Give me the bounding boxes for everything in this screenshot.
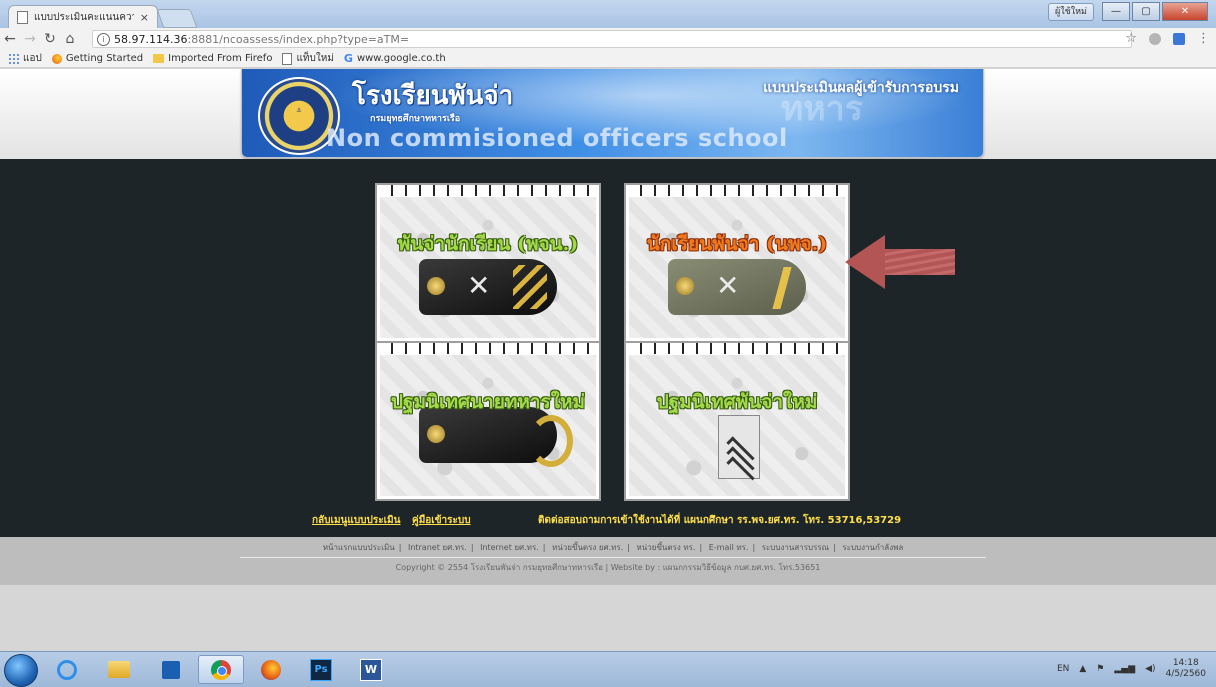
taskbar-photoshop[interactable]: Ps xyxy=(298,655,344,684)
forward-icon[interactable]: → xyxy=(20,31,40,47)
chrome-icon xyxy=(211,659,231,680)
footer-link-units-edu[interactable]: หน่วยขึ้นตรง ยศ.ทร. xyxy=(552,543,623,552)
apps-icon xyxy=(8,53,19,64)
star-icon[interactable]: ☆ xyxy=(1125,31,1137,46)
epaulet-image: ✕ xyxy=(419,259,557,315)
page-links: กลับเมนูแบบประเมิน คู่มือเข้าระบบ ติดต่อ… xyxy=(0,513,1216,527)
pointer-arrow-graphic xyxy=(845,235,955,289)
school-name-thai: โรงเรียนพันจ่า xyxy=(352,81,514,111)
browser-tab[interactable]: แบบประเมินคะแนนความพ × xyxy=(8,5,158,28)
footer-link-home[interactable]: หน้าแรกแบบประเมิน xyxy=(323,543,395,552)
taskbar-outlook[interactable] xyxy=(148,655,194,684)
firefox-icon xyxy=(261,659,281,680)
spiral-binding xyxy=(634,343,844,354)
home-icon[interactable]: ⌂ xyxy=(60,31,80,47)
window-controls: ผู้ใช้ใหม่ — ▢ ✕ xyxy=(1047,2,1208,21)
card-label: นักเรียนพันจ่า (นพจ.) xyxy=(646,233,828,255)
system-tray: EN ▲ ⚑ ▂▄▆ ◀) 14:18 4/5/2560 xyxy=(1057,658,1206,680)
photoshop-icon: Ps xyxy=(310,658,332,681)
contact-info: ติดต่อสอบถามการเข้าใช้งานได้ที่ แผนกศึกษ… xyxy=(538,515,902,526)
page-icon xyxy=(282,52,293,65)
windows-taskbar: Ps W EN ▲ ⚑ ▂▄▆ ◀) 14:18 4/5/2560 xyxy=(0,651,1216,687)
bookmarks-bar: แอป Getting Started Imported From Firefo… xyxy=(0,50,1216,68)
flag-icon[interactable]: ⚑ xyxy=(1096,664,1104,674)
bookmark-imported[interactable]: Imported From Firefo xyxy=(153,53,272,64)
footer-link-documents[interactable]: ระบบงานสารบรรณ xyxy=(762,543,829,552)
page-footer: หน้าแรกแบบประเมิน | Intranet ยศ.ทร. | Inte… xyxy=(0,537,1216,585)
internet-explorer-icon xyxy=(57,659,77,680)
title-bar: แบบประเมินคะแนนความพ × ผู้ใช้ใหม่ — ▢ ✕ xyxy=(0,0,1216,28)
maximize-button[interactable]: ▢ xyxy=(1132,2,1160,21)
school-banner: ทหาร ⚓ โรงเรียนพันจ่า กรมยุทธศึกษาทหารเร… xyxy=(241,69,984,158)
card-new-petty-officer-orientation[interactable]: ปฐมนิเทศพันจ่าใหม่ xyxy=(624,341,850,501)
url-path: :8881/ncoassess/index.php?type=aTM= xyxy=(187,32,410,46)
firefox-icon xyxy=(51,53,62,64)
back-icon[interactable]: ← xyxy=(0,31,20,47)
bookmark-getting-started[interactable]: Getting Started xyxy=(51,53,143,64)
bookmark-google[interactable]: Gwww.google.co.th xyxy=(344,52,446,65)
extension-icon-2[interactable] xyxy=(1173,32,1185,45)
google-icon: G xyxy=(343,52,353,65)
file-explorer-icon xyxy=(108,661,130,678)
close-button[interactable]: ✕ xyxy=(1162,2,1208,21)
reload-icon[interactable]: ↻ xyxy=(40,31,60,47)
minimize-button[interactable]: — xyxy=(1102,2,1130,21)
card-petty-officer-student[interactable]: ✕ นักเรียนพันจ่า (นพจ.) xyxy=(624,183,850,343)
card-cadet-petty-officer[interactable]: ✕ พันจ่านักเรียน (พจน.) xyxy=(375,183,601,343)
url-host: 58.97.114.36 xyxy=(114,32,188,46)
taskbar-ie[interactable] xyxy=(44,655,90,684)
outlook-icon xyxy=(162,660,180,679)
rank-badge-image xyxy=(718,415,760,485)
menu-icon[interactable]: ⋮ xyxy=(1197,31,1210,46)
evaluation-title: แบบประเมินผลผู้เข้ารับการอบรม xyxy=(763,80,959,96)
info-icon[interactable]: i xyxy=(97,32,110,46)
footer-link-personnel[interactable]: ระบบงานกำลังพล xyxy=(842,543,903,552)
tab-close-icon[interactable]: × xyxy=(140,11,149,24)
clock-date: 4/5/2560 xyxy=(1165,669,1206,679)
clock[interactable]: 14:18 4/5/2560 xyxy=(1166,658,1206,680)
extension-icon[interactable] xyxy=(1149,32,1161,45)
card-new-officer-orientation[interactable]: ปฐมนิเทศนายทหารใหม่ xyxy=(375,341,601,501)
spiral-binding xyxy=(634,185,844,196)
tab-title: แบบประเมินคะแนนความพ xyxy=(34,11,134,23)
word-icon: W xyxy=(360,658,382,681)
start-button[interactable] xyxy=(4,654,38,687)
volume-icon[interactable]: ◀) xyxy=(1145,664,1155,674)
taskbar-chrome[interactable] xyxy=(198,655,244,684)
clock-time: 14:18 xyxy=(1172,658,1199,668)
folder-icon xyxy=(153,54,165,63)
show-hidden-icons[interactable]: ▲ xyxy=(1079,664,1086,674)
network-icon[interactable]: ▂▄▆ xyxy=(1114,664,1135,674)
taskbar-firefox[interactable] xyxy=(248,655,294,684)
bookmark-new-tab[interactable]: แท็บใหม่ xyxy=(282,51,334,66)
footer-link-internet[interactable]: Internet ยศ.ทร. xyxy=(480,543,539,552)
footer-link-email[interactable]: E-mail ทร. xyxy=(709,543,749,552)
browser-toolbar: ← → ↻ ⌂ i 58.97.114.36:8881/ncoassess/in… xyxy=(0,28,1216,50)
user-manual-link[interactable]: คู่มือเข้าระบบ xyxy=(412,513,471,528)
card-label: ปฐมนิเทศนายทหารใหม่ xyxy=(390,391,586,413)
back-to-menu-link[interactable]: กลับเมนูแบบประเมิน xyxy=(312,513,400,528)
taskbar-explorer[interactable] xyxy=(96,655,142,684)
spiral-binding xyxy=(385,185,595,196)
card-label: ปฐมนิเทศพันจ่าใหม่ xyxy=(656,391,818,413)
address-bar[interactable]: i 58.97.114.36:8881/ncoassess/index.php?… xyxy=(92,30,1132,48)
epaulet-image: ✕ xyxy=(668,259,806,315)
taskbar-word[interactable]: W xyxy=(348,655,394,684)
school-name-english: Non commisioned officers school xyxy=(326,124,788,152)
copyright-text: Copyright © 2554 โรงเรียนพันจ่า กรมยุทธศ… xyxy=(395,563,821,572)
card-label: พันจ่านักเรียน (พจน.) xyxy=(397,233,579,255)
spiral-binding xyxy=(385,343,595,354)
user-button[interactable]: ผู้ใช้ใหม่ xyxy=(1047,2,1094,21)
footer-nav: หน้าแรกแบบประเมิน | Intranet ยศ.ทร. | Inte… xyxy=(240,541,986,558)
page-icon xyxy=(17,10,28,24)
footer-link-intranet[interactable]: Intranet ยศ.ทร. xyxy=(408,543,467,552)
department-name: กรมยุทธศึกษาทหารเรือ xyxy=(370,114,461,124)
footer-link-units-navy[interactable]: หน่วยขึ้นตรง ทร. xyxy=(637,543,696,552)
main-content xyxy=(0,159,1216,537)
language-indicator[interactable]: EN xyxy=(1057,664,1069,674)
bookmark-apps[interactable]: แอป xyxy=(8,51,42,66)
new-tab-button[interactable] xyxy=(156,9,198,28)
